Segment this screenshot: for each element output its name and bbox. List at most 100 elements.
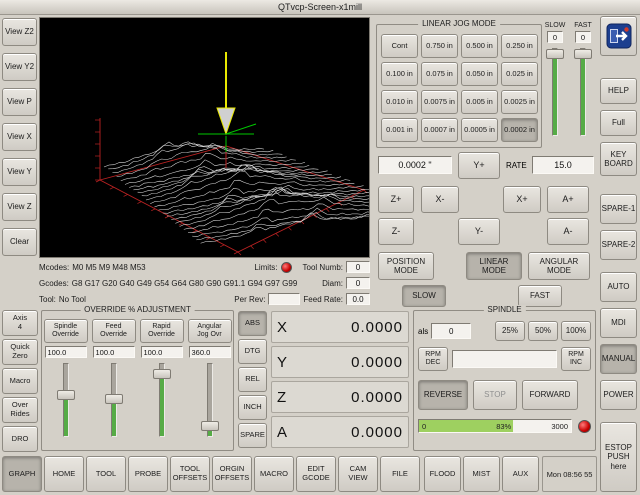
rpm-dec-button[interactable]: RPM DEC	[418, 347, 448, 371]
home-tab-button[interactable]: HOME	[44, 456, 84, 492]
auto-mode-button[interactable]: AUTO	[600, 272, 637, 302]
override-label-button[interactable]: Rapid Override	[140, 319, 184, 343]
view-z2-button[interactable]: View Z2	[2, 18, 37, 46]
jog-0001-button[interactable]: 0.001 in	[381, 118, 418, 142]
jog-y-minus-button[interactable]: Y-	[458, 218, 500, 245]
graph-display[interactable]	[39, 17, 370, 258]
rpm-inc-button[interactable]: RPM INC	[561, 347, 591, 371]
help-button[interactable]: HELP	[600, 78, 637, 104]
overrides-button[interactable]: Over Rides	[2, 397, 38, 423]
spare2-button[interactable]: SPARE-2	[600, 230, 637, 260]
spindle-100-button[interactable]: 100%	[561, 321, 591, 341]
origin-offsets-tab-button[interactable]: ORGIN OFFSETS	[212, 456, 252, 492]
jog-00005-button[interactable]: 0.0005 in	[461, 118, 498, 142]
jog-z-plus-button[interactable]: Z+	[378, 186, 414, 213]
jog-0005-button[interactable]: 0.005 in	[461, 90, 498, 114]
slider-handle[interactable]	[105, 394, 123, 404]
quick-zero-button[interactable]: Quick Zero	[2, 339, 38, 365]
jog-x-minus-button[interactable]: X-	[421, 186, 459, 213]
power-button[interactable]: POWER	[600, 380, 637, 410]
spare-tab[interactable]: SPARE	[238, 423, 267, 448]
dro-button[interactable]: DRO	[2, 426, 38, 452]
jog-00007-button[interactable]: 0.0007 in	[421, 118, 458, 142]
position-mode-button[interactable]: POSITION MODE	[378, 252, 434, 280]
fullscreen-button[interactable]: Full	[600, 110, 637, 136]
slider-handle[interactable]	[153, 369, 171, 379]
view-z-button[interactable]: View Z	[2, 193, 37, 221]
macro-tab-button[interactable]: MACRO	[254, 456, 294, 492]
flood-button[interactable]: FLOOD	[424, 456, 461, 492]
tool-tab-button[interactable]: TOOL	[86, 456, 126, 492]
rel-tab[interactable]: REL	[238, 367, 267, 392]
override-slider[interactable]	[57, 361, 75, 439]
override-label-button[interactable]: Spindle Override	[44, 319, 88, 343]
jog-0750-button[interactable]: 0.750 in	[421, 34, 458, 58]
jog-fast-slider[interactable]	[574, 46, 592, 138]
override-slider[interactable]	[105, 361, 123, 439]
probe-tab-button[interactable]: PROBE	[128, 456, 168, 492]
slider-handle[interactable]	[574, 49, 592, 59]
dtg-tab[interactable]: DTG	[238, 339, 267, 364]
graph-tab-button[interactable]: GRAPH	[2, 456, 42, 492]
jog-y-plus-button[interactable]: Y+	[458, 152, 500, 179]
jog-a-minus-button[interactable]: A-	[547, 218, 589, 245]
manual-mode-button[interactable]: MANUAL	[600, 344, 637, 374]
jog-00002-button[interactable]: 0.0002 in	[501, 118, 538, 142]
spindle-stop-button[interactable]: STOP	[473, 380, 517, 410]
keyboard-button[interactable]: KEY BOARD	[600, 142, 637, 176]
jog-00025-button[interactable]: 0.0025 in	[501, 90, 538, 114]
jog-0025-button[interactable]: 0.025 in	[501, 62, 538, 86]
at-speed-value: 0	[431, 323, 471, 339]
jog-a-plus-button[interactable]: A+	[547, 186, 589, 213]
spindle-forward-button[interactable]: FORWARD	[522, 380, 578, 410]
cam-view-tab-button[interactable]: CAM VIEW	[338, 456, 378, 492]
jog-fast-slider-value: 0	[575, 31, 591, 43]
abs-tab[interactable]: ABS	[238, 311, 267, 336]
shutdown-button[interactable]	[600, 16, 637, 56]
spindle-25-button[interactable]: 25%	[495, 321, 525, 341]
edit-gcode-tab-button[interactable]: EDIT GCODE	[296, 456, 336, 492]
aux-button[interactable]: AUX	[502, 456, 539, 492]
file-tab-button[interactable]: FILE	[380, 456, 420, 492]
jog-z-minus-button[interactable]: Z-	[378, 218, 414, 245]
jog-0010-button[interactable]: 0.010 in	[381, 90, 418, 114]
jog-00075-button[interactable]: 0.0075 in	[421, 90, 458, 114]
angular-mode-button[interactable]: ANGULAR MODE	[528, 252, 590, 280]
spare1-button[interactable]: SPARE-1	[600, 194, 637, 224]
spindle-50-button[interactable]: 50%	[528, 321, 558, 341]
view-p-button[interactable]: View P	[2, 88, 37, 116]
jog-fast-button[interactable]: FAST	[518, 285, 562, 307]
slider-handle[interactable]	[57, 390, 75, 400]
jog-0100-button[interactable]: 0.100 in	[381, 62, 418, 86]
axis-select-button[interactable]: Axis 4	[2, 310, 38, 336]
jog-cont-button[interactable]: Cont	[381, 34, 418, 58]
jog-0050-button[interactable]: 0.050 in	[461, 62, 498, 86]
clear-button[interactable]: Clear	[2, 228, 37, 256]
linear-mode-button[interactable]: LINEAR MODE	[466, 252, 522, 280]
slider-handle[interactable]	[201, 421, 219, 431]
override-label-button[interactable]: Feed Override	[92, 319, 136, 343]
override-label-button[interactable]: Angular Jog Ovr	[188, 319, 232, 343]
jog-x-plus-button[interactable]: X+	[503, 186, 541, 213]
spindle-reverse-button[interactable]: REVERSE	[418, 380, 468, 410]
view-y2-button[interactable]: View Y2	[2, 53, 37, 81]
linear-jog-mode-title: LINEAR JOG MODE	[418, 19, 500, 28]
override-slider[interactable]	[201, 361, 219, 439]
jog-0075-button[interactable]: 0.075 in	[421, 62, 458, 86]
tool-offsets-tab-button[interactable]: TOOL OFFSETS	[170, 456, 210, 492]
titlebar[interactable]: QTvcp-Screen-x1mill	[0, 0, 640, 15]
override-slider[interactable]	[153, 361, 171, 439]
mist-button[interactable]: MIST	[463, 456, 500, 492]
inch-tab[interactable]: INCH	[238, 395, 267, 420]
slider-handle[interactable]	[546, 49, 564, 59]
estop-button[interactable]: ESTOP PUSH here	[600, 422, 637, 492]
view-x-button[interactable]: View X	[2, 123, 37, 151]
jog-slow-button[interactable]: SLOW	[402, 285, 446, 307]
jog-0250-button[interactable]: 0.250 in	[501, 34, 538, 58]
view-y-button[interactable]: View Y	[2, 158, 37, 186]
jog-slow-slider[interactable]	[546, 46, 564, 138]
jog-0500-button[interactable]: 0.500 in	[461, 34, 498, 58]
mdi-mode-button[interactable]: MDI	[600, 308, 637, 338]
rpm-readout	[452, 350, 557, 368]
macro-button[interactable]: Macro	[2, 368, 38, 394]
